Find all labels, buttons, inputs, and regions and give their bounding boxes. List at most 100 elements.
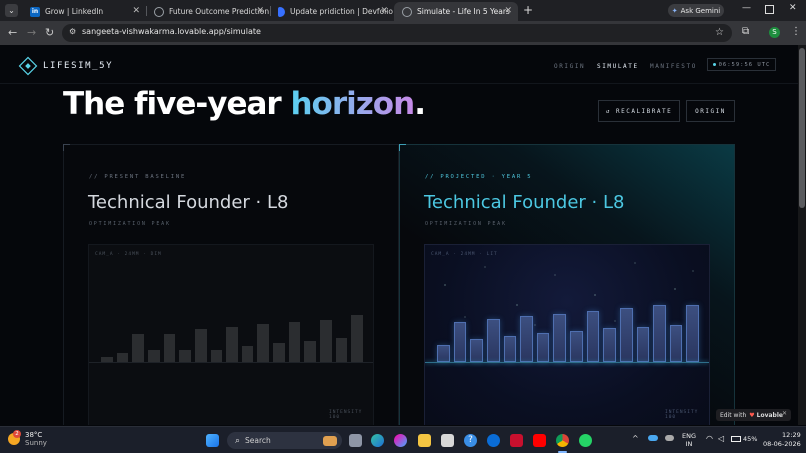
title-highlight: horizon [290, 86, 415, 122]
corner-mark [399, 144, 406, 151]
present-title: Technical Founder · L8 [88, 192, 289, 213]
tab-future-outcome[interactable]: Future Outcome Prediction ✕ [146, 2, 270, 21]
battery-icon[interactable] [731, 436, 741, 442]
lovable-brand: Lovable [756, 411, 783, 419]
present-subtitle: OPTIMIZATION PEAK [89, 221, 171, 227]
site-info-icon[interactable]: ⚙ [69, 27, 76, 36]
bar [116, 353, 129, 362]
logo[interactable]: LIFESIM_5Y [18, 56, 113, 76]
wifi-icon[interactable]: ◠ [706, 434, 713, 443]
bar [470, 339, 483, 362]
gemini-icon: ✦ [671, 6, 678, 15]
nav-origin[interactable]: ORIGIN [554, 63, 585, 70]
minimize-button[interactable]: — [742, 3, 751, 13]
tab-label: Simulate - Life In 5 Years [417, 7, 510, 16]
chrome-icon[interactable] [556, 434, 569, 447]
search-placeholder: Search [245, 436, 271, 445]
close-icon[interactable]: ✕ [504, 6, 512, 16]
ask-gemini-button[interactable]: ✦ Ask Gemini [668, 4, 724, 17]
tab-strip: ⌄ in Grow | LinkedIn ✕ Future Outcome Pr… [0, 0, 806, 21]
bar [320, 320, 332, 362]
lang-top: ENG [682, 432, 697, 440]
bar [273, 343, 285, 362]
page-title: The five-year horizon. [63, 86, 426, 122]
new-tab-button[interactable]: + [523, 3, 533, 17]
close-icon[interactable]: ✕ [782, 410, 787, 417]
globe-icon [402, 6, 412, 17]
file-explorer-icon[interactable] [418, 434, 431, 447]
bar [553, 314, 566, 362]
search-icon: ⌕ [235, 435, 241, 446]
nav-simulate[interactable]: SIMULATE [597, 63, 639, 70]
help-icon[interactable]: ? [464, 434, 477, 447]
menu-icon[interactable]: ⋮ [791, 26, 801, 37]
volume-icon[interactable]: ◁ [718, 434, 724, 443]
scrollbar-thumb[interactable] [799, 48, 805, 208]
tray-chevron-icon[interactable]: ^ [632, 434, 639, 443]
bar [163, 334, 176, 362]
origin-button[interactable]: ORIGIN [686, 100, 735, 122]
bar [335, 338, 348, 362]
task-view-icon[interactable] [349, 434, 362, 447]
bar [453, 322, 467, 362]
whatsapp-icon[interactable] [579, 434, 592, 447]
recalibrate-button[interactable]: ↺ RECALIBRATE [598, 100, 680, 122]
taskbar-date: 08-06-2026 [763, 440, 801, 448]
bar [486, 319, 500, 362]
nav-manifesto[interactable]: MANIFESTO [650, 63, 697, 70]
title-period: . [414, 86, 426, 122]
url-text[interactable]: sangeeta-vishwakarma.lovable.app/simulat… [82, 27, 261, 36]
back-icon[interactable]: ← [8, 26, 17, 39]
header-divider [0, 83, 798, 84]
bar [210, 350, 223, 362]
forward-icon[interactable]: → [27, 26, 36, 39]
close-icon[interactable]: ✕ [256, 6, 264, 16]
tab-label: Future Outcome Prediction [169, 7, 270, 16]
hp-icon[interactable] [487, 434, 500, 447]
bar [147, 350, 160, 362]
edit-with-lovable-badge[interactable]: Edit with ♥ Lovable ✕ [716, 409, 791, 421]
close-icon[interactable]: ✕ [132, 6, 140, 16]
origin-label: ORIGIN [695, 107, 726, 115]
profile-avatar[interactable]: S [769, 27, 780, 38]
weather-temp: 38°C [25, 431, 43, 439]
weather-widget[interactable]: 2 38°C Sunny [8, 430, 47, 447]
title-text: The five-year [63, 86, 291, 122]
bar [351, 315, 363, 362]
recalibrate-label: ↺ RECALIBRATE [605, 107, 673, 115]
onedrive-icon[interactable] [648, 435, 658, 441]
tab-linkedin[interactable]: in Grow | LinkedIn ✕ [22, 2, 146, 21]
extensions-icon[interactable]: ⧉ [742, 26, 749, 37]
bar [194, 329, 207, 362]
bar [520, 316, 533, 362]
taskbar-search[interactable]: ⌕ Search [227, 432, 342, 449]
mcafee-icon[interactable] [510, 434, 523, 447]
copilot-icon[interactable] [394, 434, 407, 447]
close-window-button[interactable]: ✕ [789, 3, 797, 13]
bookmark-star-icon[interactable]: ☆ [715, 27, 724, 38]
diamond-logo-icon [18, 56, 38, 76]
youtube-icon[interactable] [533, 434, 546, 447]
language-indicator[interactable]: ENG IN [682, 432, 696, 448]
windows-start-icon[interactable] [206, 434, 219, 447]
close-icon[interactable]: ✕ [380, 6, 388, 16]
bar [619, 308, 633, 362]
windows-taskbar: 2 38°C Sunny ⌕ Search ? ^ ENG IN ◠ ◁ 45%… [0, 426, 806, 453]
weather-badge: 2 [13, 430, 21, 438]
present-bar-chart [101, 315, 363, 362]
tab-simulate[interactable]: Simulate - Life In 5 Years ✕ [394, 2, 518, 21]
reload-icon[interactable]: ↻ [45, 26, 54, 39]
sun-icon: 2 [8, 430, 21, 445]
clock-dot-icon [712, 63, 716, 66]
tab-devfolio[interactable]: Update pridiction | Devfolio ✕ [270, 2, 394, 21]
tab-list-button[interactable]: ⌄ [5, 4, 18, 17]
edge-icon[interactable] [371, 434, 384, 447]
bar [288, 322, 301, 362]
present-cam-label: CAM_A · 24MM · DIM [95, 252, 162, 257]
bar [304, 341, 317, 362]
globe-icon [154, 6, 164, 17]
store-icon[interactable] [441, 434, 454, 447]
clock-area[interactable]: 12:29 08-06-2026 [763, 431, 801, 449]
cloud-icon[interactable] [665, 435, 674, 441]
restore-button[interactable] [765, 5, 774, 14]
